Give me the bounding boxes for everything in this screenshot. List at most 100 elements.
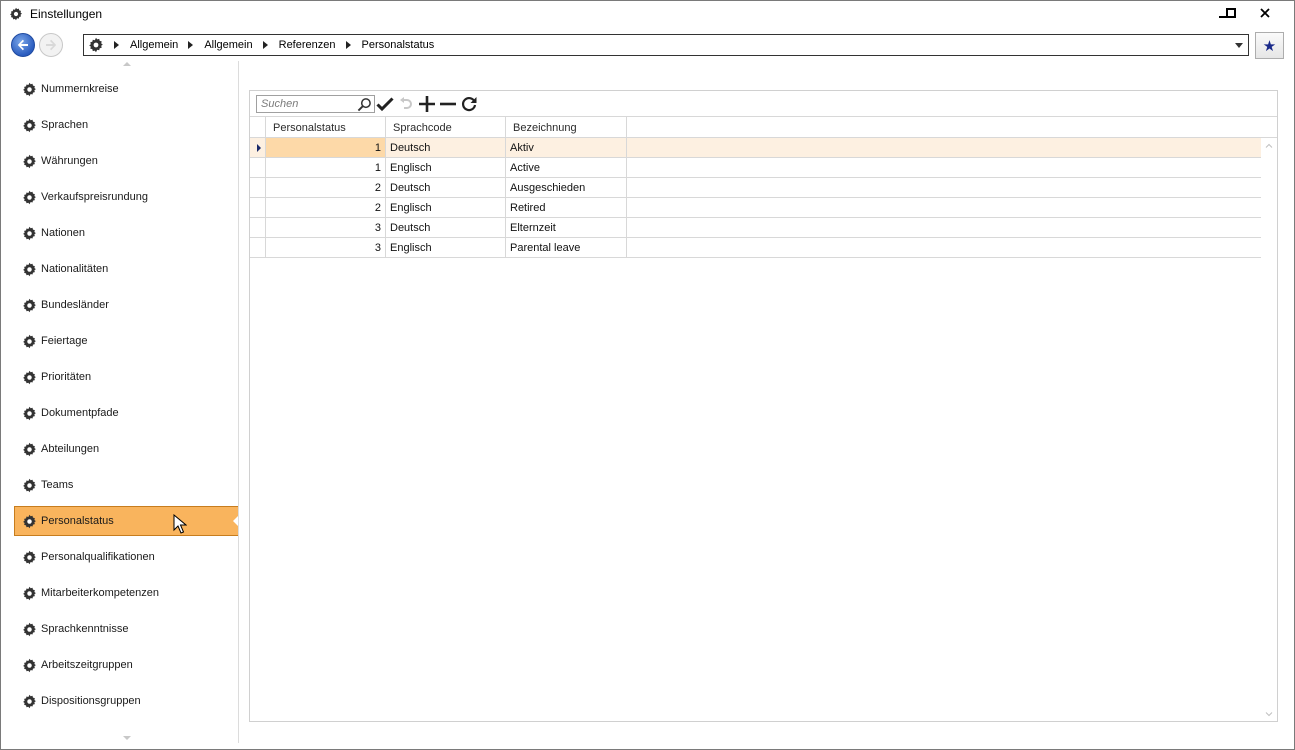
sidebar-item[interactable]: Nationalitäten bbox=[11, 251, 238, 287]
favorite-button[interactable]: ★ bbox=[1255, 32, 1284, 59]
table-cell[interactable]: 1 bbox=[266, 158, 386, 177]
table-row[interactable]: 3 Englisch Parental leave bbox=[250, 238, 1261, 258]
table-cell[interactable]: Parental leave bbox=[506, 238, 627, 257]
sidebar-item[interactable]: Teams bbox=[11, 467, 238, 503]
scroll-up-icon[interactable] bbox=[123, 62, 131, 66]
chevron-up-icon[interactable] bbox=[1265, 142, 1273, 150]
forward-button[interactable] bbox=[39, 33, 63, 57]
table-cell[interactable]: Ausgeschieden bbox=[506, 178, 627, 197]
sidebar-item[interactable]: Personalstatus bbox=[14, 506, 238, 536]
column-header-sprachcode[interactable]: Sprachcode bbox=[386, 117, 506, 138]
sidebar-item[interactable]: Bundesländer bbox=[11, 287, 238, 323]
table-row[interactable]: 1 Englisch Active bbox=[250, 158, 1261, 178]
row-indicator-header bbox=[250, 117, 266, 138]
table-row[interactable]: 2 Deutsch Ausgeschieden bbox=[250, 178, 1261, 198]
checkmark-icon bbox=[376, 97, 394, 112]
table-cell[interactable]: 3 bbox=[266, 238, 386, 257]
vertical-scrollbar[interactable] bbox=[1261, 138, 1277, 722]
table-cell[interactable]: Elternzeit bbox=[506, 218, 627, 237]
refresh-icon bbox=[461, 97, 477, 112]
sidebar-item-label: Mitarbeiterkompetenzen bbox=[41, 587, 160, 599]
breadcrumb[interactable]: Allgemein Allgemein Referenzen Personals… bbox=[83, 34, 1249, 56]
row-indicator[interactable] bbox=[250, 138, 266, 157]
sidebar-item[interactable]: Arbeitszeitgruppen bbox=[11, 647, 238, 683]
sidebar-item[interactable]: Währungen bbox=[11, 143, 238, 179]
undo-button[interactable] bbox=[396, 94, 416, 114]
row-indicator[interactable] bbox=[250, 178, 266, 197]
table-cell[interactable]: Englisch bbox=[386, 158, 506, 177]
add-button[interactable] bbox=[417, 94, 437, 114]
column-header-personalstatus[interactable]: Personalstatus bbox=[266, 117, 386, 138]
gear-icon bbox=[23, 514, 36, 528]
sidebar-item[interactable]: Nummernkreise bbox=[11, 71, 238, 107]
row-indicator[interactable] bbox=[250, 238, 266, 257]
sidebar-item[interactable]: Feiertage bbox=[11, 323, 238, 359]
gear-icon bbox=[23, 478, 36, 492]
row-indicator[interactable] bbox=[250, 198, 266, 217]
sidebar-item[interactable]: Verkaufspreisrundung bbox=[11, 179, 238, 215]
sidebar-item[interactable]: Sprachkenntnisse bbox=[11, 611, 238, 647]
gear-icon bbox=[23, 154, 36, 168]
breadcrumb-item[interactable]: Referenzen bbox=[279, 39, 336, 51]
table-cell[interactable]: Englisch bbox=[386, 198, 506, 217]
table-cell[interactable]: 2 bbox=[266, 178, 386, 197]
sidebar[interactable]: Nummernkreise Sprachen Währungen Verkaufspr… bbox=[11, 61, 239, 743]
current-row-icon bbox=[257, 144, 261, 152]
sidebar-item[interactable]: Prioritäten bbox=[11, 359, 238, 395]
table-cell[interactable]: Aktiv bbox=[506, 138, 627, 157]
breadcrumb-item[interactable]: Allgemein bbox=[204, 39, 252, 51]
undo-icon bbox=[400, 97, 412, 109]
table-cell[interactable]: 2 bbox=[266, 198, 386, 217]
sidebar-item-label: Arbeitszeitgruppen bbox=[41, 659, 133, 671]
sidebar-item[interactable]: Mitarbeiterkompetenzen bbox=[11, 575, 238, 611]
search-icon[interactable] bbox=[357, 97, 372, 112]
table-cell[interactable]: Englisch bbox=[386, 238, 506, 257]
chevron-down-icon[interactable] bbox=[1235, 43, 1243, 48]
table-cell[interactable]: Deutsch bbox=[386, 218, 506, 237]
grid-body: 1 Deutsch Aktiv 1 Englisch Active 2 Deutsch Ausg… bbox=[250, 138, 1261, 258]
column-header-bezeichnung[interactable]: Bezeichnung bbox=[506, 117, 627, 138]
scroll-down-icon[interactable] bbox=[123, 736, 131, 740]
gear-icon bbox=[23, 82, 36, 96]
table-cell[interactable]: 3 bbox=[266, 218, 386, 237]
breadcrumb-item[interactable]: Allgemein bbox=[130, 39, 178, 51]
save-button[interactable] bbox=[375, 94, 395, 114]
row-indicator[interactable] bbox=[250, 218, 266, 237]
close-button[interactable] bbox=[1248, 1, 1282, 25]
table-row[interactable]: 3 Deutsch Elternzeit bbox=[250, 218, 1261, 238]
search-box[interactable] bbox=[256, 95, 375, 113]
table-cell[interactable]: Active bbox=[506, 158, 627, 177]
maximize-icon bbox=[1226, 8, 1236, 18]
search-input[interactable] bbox=[257, 96, 355, 112]
table-row[interactable]: 2 Englisch Retired bbox=[250, 198, 1261, 218]
breadcrumb-separator-icon bbox=[262, 41, 268, 49]
back-arrow-icon bbox=[17, 39, 28, 51]
close-icon bbox=[1260, 8, 1270, 18]
breadcrumb-item[interactable]: Personalstatus bbox=[362, 39, 435, 51]
sidebar-item[interactable]: Dispositionsgruppen bbox=[11, 683, 238, 719]
table-cell[interactable]: Retired bbox=[506, 198, 627, 217]
table-cell[interactable]: Deutsch bbox=[386, 178, 506, 197]
table-row[interactable]: 1 Deutsch Aktiv bbox=[250, 138, 1261, 158]
sidebar-item[interactable]: Nationen bbox=[11, 215, 238, 251]
forward-arrow-icon bbox=[46, 39, 57, 51]
remove-button[interactable] bbox=[438, 94, 458, 114]
sidebar-item[interactable]: Abteilungen bbox=[11, 431, 238, 467]
back-button[interactable] bbox=[11, 33, 35, 57]
refresh-button[interactable] bbox=[459, 94, 479, 114]
table-cell[interactable]: 1 bbox=[266, 138, 386, 157]
chevron-down-icon[interactable] bbox=[1265, 710, 1273, 718]
gear-icon bbox=[23, 694, 36, 708]
maximize-button[interactable] bbox=[1214, 1, 1248, 25]
sidebar-item[interactable]: Dokumentpfade bbox=[11, 395, 238, 431]
gear-icon bbox=[89, 37, 103, 53]
gear-icon bbox=[23, 622, 36, 636]
gear-icon bbox=[23, 190, 36, 204]
sidebar-item[interactable]: Sprachen bbox=[11, 107, 238, 143]
gear-icon bbox=[10, 7, 22, 21]
table-cell[interactable]: Deutsch bbox=[386, 138, 506, 157]
sidebar-item-label: Nationen bbox=[41, 227, 86, 239]
sidebar-item-label: Währungen bbox=[41, 155, 98, 167]
row-indicator[interactable] bbox=[250, 158, 266, 177]
sidebar-item[interactable]: Personalqualifikationen bbox=[11, 539, 238, 575]
